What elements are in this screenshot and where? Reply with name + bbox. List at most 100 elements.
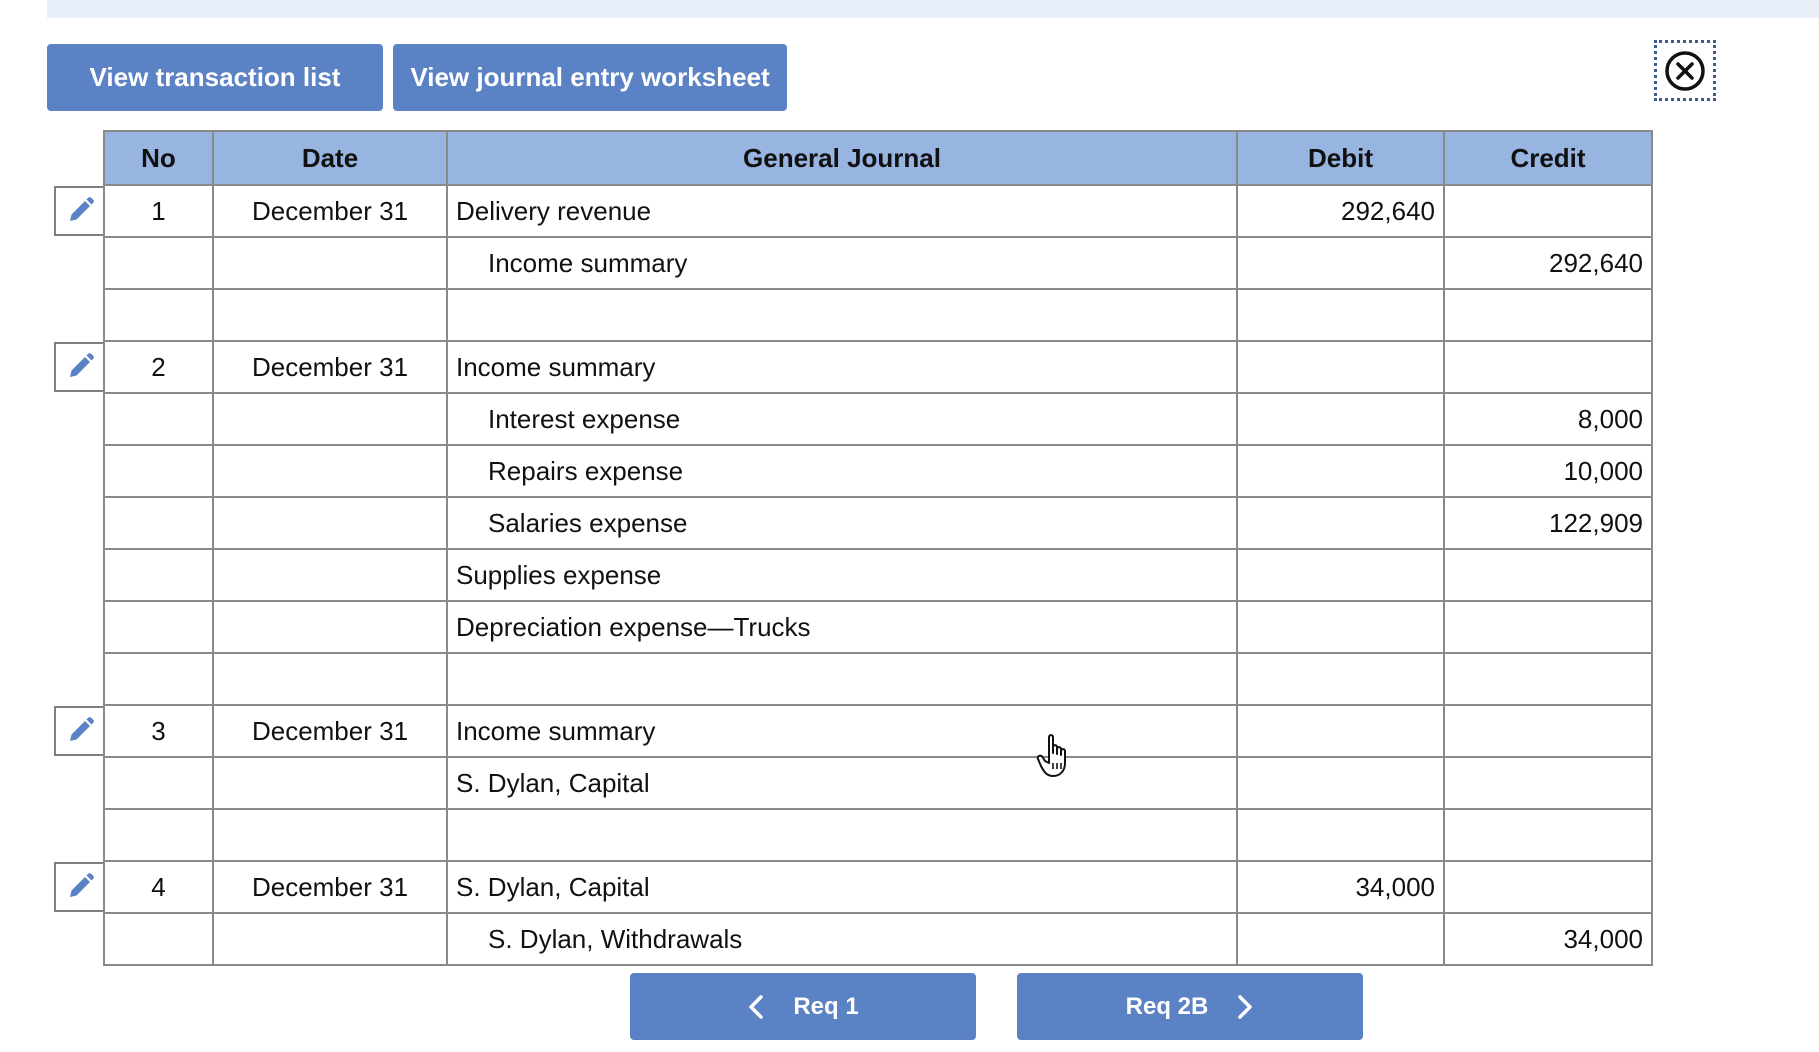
debit-cell: 292,640 bbox=[1236, 184, 1445, 238]
account-cell: Income summary bbox=[446, 236, 1238, 290]
account-cell: S. Dylan, Withdrawals bbox=[446, 912, 1238, 966]
date-cell bbox=[212, 444, 448, 498]
next-req-label: Req 2B bbox=[1125, 992, 1209, 1020]
prev-req-label: Req 1 bbox=[793, 992, 859, 1020]
column-header-credit: Credit bbox=[1443, 130, 1653, 186]
pencil-icon bbox=[69, 197, 94, 221]
pencil-icon bbox=[69, 873, 94, 897]
table-row: Income summary 292,640 bbox=[103, 236, 1653, 290]
account-cell: Delivery revenue bbox=[446, 184, 1238, 238]
entry-number-cell bbox=[103, 912, 214, 966]
debit-cell bbox=[1236, 652, 1445, 706]
credit-cell bbox=[1443, 652, 1653, 706]
entry-number-cell bbox=[103, 444, 214, 498]
debit-cell bbox=[1236, 444, 1445, 498]
table-row bbox=[103, 288, 1653, 342]
debit-cell bbox=[1236, 808, 1445, 862]
table-row: Salaries expense 122,909 bbox=[103, 496, 1653, 550]
account-cell: Income summary bbox=[446, 340, 1238, 394]
credit-cell bbox=[1443, 756, 1653, 810]
hand-cursor-icon bbox=[1036, 734, 1066, 777]
view-journal-entry-worksheet-button[interactable]: View journal entry worksheet bbox=[393, 44, 787, 111]
credit-cell bbox=[1443, 704, 1653, 758]
debit-cell bbox=[1236, 756, 1445, 810]
entry-number-cell bbox=[103, 600, 214, 654]
account-cell: Depreciation expense—Trucks bbox=[446, 600, 1238, 654]
date-cell: December 31 bbox=[212, 860, 448, 914]
debit-cell bbox=[1236, 600, 1445, 654]
credit-cell bbox=[1443, 600, 1653, 654]
entry-number-cell: 4 bbox=[103, 860, 214, 914]
edit-entry-3-button[interactable] bbox=[54, 706, 103, 756]
pencil-icon bbox=[69, 717, 94, 741]
top-band bbox=[47, 0, 1819, 18]
table-row: Supplies expense bbox=[103, 548, 1653, 602]
table-row: S. Dylan, Capital bbox=[103, 756, 1653, 810]
next-req-button[interactable]: Req 2B bbox=[1017, 973, 1363, 1040]
debit-cell: 34,000 bbox=[1236, 860, 1445, 914]
entry-number-cell: 2 bbox=[103, 340, 214, 394]
entry-number-cell: 3 bbox=[103, 704, 214, 758]
pencil-icon bbox=[69, 353, 94, 377]
table-row: 2 December 31 Income summary bbox=[103, 340, 1653, 394]
entry-number-cell bbox=[103, 756, 214, 810]
credit-cell bbox=[1443, 340, 1653, 394]
credit-cell: 8,000 bbox=[1443, 392, 1653, 446]
entry-number-cell bbox=[103, 288, 214, 342]
close-circle-icon bbox=[1665, 50, 1705, 91]
entry-number-cell bbox=[103, 808, 214, 862]
general-journal-table: No Date General Journal Debit Credit 1 De… bbox=[103, 130, 1653, 966]
journal-body: 1 December 31 Delivery revenue 292,640 Incom… bbox=[103, 184, 1653, 966]
account-cell bbox=[446, 808, 1238, 862]
table-row: Repairs expense 10,000 bbox=[103, 444, 1653, 498]
date-cell bbox=[212, 288, 448, 342]
date-cell: December 31 bbox=[212, 704, 448, 758]
edit-entry-1-button[interactable] bbox=[54, 186, 103, 236]
credit-cell bbox=[1443, 288, 1653, 342]
account-cell: S. Dylan, Capital bbox=[446, 860, 1238, 914]
debit-cell bbox=[1236, 496, 1445, 550]
table-row bbox=[103, 652, 1653, 706]
entry-number-cell bbox=[103, 496, 214, 550]
date-cell bbox=[212, 496, 448, 550]
date-cell bbox=[212, 392, 448, 446]
prev-req-button[interactable]: Req 1 bbox=[630, 973, 976, 1040]
credit-cell: 122,909 bbox=[1443, 496, 1653, 550]
table-row: Interest expense 8,000 bbox=[103, 392, 1653, 446]
column-header-no: No bbox=[103, 130, 214, 186]
edit-entry-4-button[interactable] bbox=[54, 862, 103, 912]
date-cell: December 31 bbox=[212, 340, 448, 394]
date-cell bbox=[212, 548, 448, 602]
debit-cell bbox=[1236, 912, 1445, 966]
credit-cell bbox=[1443, 548, 1653, 602]
debit-cell bbox=[1236, 548, 1445, 602]
date-cell bbox=[212, 600, 448, 654]
date-cell bbox=[212, 652, 448, 706]
column-header-date: Date bbox=[212, 130, 448, 186]
chevron-right-icon bbox=[1238, 994, 1253, 1019]
entry-number-cell bbox=[103, 236, 214, 290]
close-button[interactable] bbox=[1654, 40, 1716, 101]
date-cell: December 31 bbox=[212, 184, 448, 238]
table-row: 4 December 31 S. Dylan, Capital 34,000 bbox=[103, 860, 1653, 914]
table-row bbox=[103, 808, 1653, 862]
date-cell bbox=[212, 808, 448, 862]
table-header-row: No Date General Journal Debit Credit bbox=[103, 130, 1653, 186]
account-cell: Interest expense bbox=[446, 392, 1238, 446]
debit-cell bbox=[1236, 704, 1445, 758]
edit-entry-2-button[interactable] bbox=[54, 342, 103, 392]
credit-cell bbox=[1443, 808, 1653, 862]
column-header-debit: Debit bbox=[1236, 130, 1445, 186]
view-transaction-list-button[interactable]: View transaction list bbox=[47, 44, 383, 111]
debit-cell bbox=[1236, 392, 1445, 446]
account-cell: Supplies expense bbox=[446, 548, 1238, 602]
credit-cell: 292,640 bbox=[1443, 236, 1653, 290]
debit-cell bbox=[1236, 340, 1445, 394]
account-cell bbox=[446, 652, 1238, 706]
date-cell bbox=[212, 912, 448, 966]
table-row: 1 December 31 Delivery revenue 292,640 bbox=[103, 184, 1653, 238]
table-row: 3 December 31 Income summary bbox=[103, 704, 1653, 758]
account-cell bbox=[446, 288, 1238, 342]
credit-cell: 10,000 bbox=[1443, 444, 1653, 498]
entry-number-cell bbox=[103, 652, 214, 706]
